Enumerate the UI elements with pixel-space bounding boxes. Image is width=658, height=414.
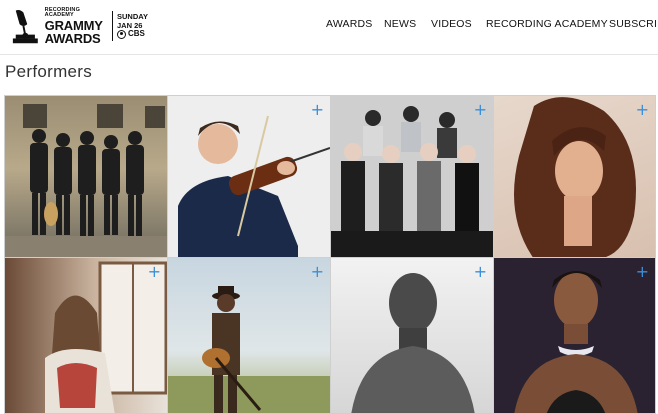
page-title: Performers	[5, 62, 93, 81]
nav-news[interactable]: NEWS	[384, 18, 416, 30]
performer-tile-violinist[interactable]: +	[167, 95, 331, 258]
performer-photo	[331, 106, 493, 257]
performer-tile-curly-hair[interactable]: +	[493, 95, 656, 258]
nav-subscribe[interactable]: SUBSCRIBE	[609, 18, 658, 30]
add-icon[interactable]: +	[474, 102, 487, 118]
performer-photo	[168, 286, 330, 413]
main-nav: AWARDS NEWS VIDEOS RECORDING ACADEMY SUB…	[0, 18, 658, 32]
performer-photo	[178, 115, 330, 257]
performer-tile-guitarist[interactable]: +	[167, 257, 331, 414]
performer-tile-band[interactable]	[4, 95, 168, 258]
performer-photo	[351, 273, 475, 413]
performer-tile-man-bw[interactable]: +	[330, 257, 494, 414]
nav-videos[interactable]: VIDEOS	[431, 18, 472, 30]
performer-photo	[514, 271, 638, 413]
performer-tile-window-singer[interactable]: +	[4, 257, 168, 414]
site-header: RECORDING ACADEMY GRAMMY AWARDS SUNDAY J…	[0, 0, 658, 55]
performers-grid: + + + + + + +	[4, 95, 656, 414]
performer-photo	[514, 97, 636, 257]
add-icon[interactable]: +	[636, 102, 649, 118]
add-icon[interactable]: +	[148, 264, 161, 280]
performer-photo	[5, 104, 167, 257]
performer-tile-group[interactable]: +	[330, 95, 494, 258]
logo-academy: RECORDING ACADEMY	[44, 6, 81, 18]
add-icon[interactable]: +	[311, 102, 324, 118]
add-icon[interactable]: +	[311, 264, 324, 280]
nav-awards[interactable]: AWARDS	[326, 18, 373, 30]
add-icon[interactable]: +	[474, 264, 487, 280]
add-icon[interactable]: +	[636, 264, 649, 280]
performer-tile-dancer[interactable]: +	[493, 257, 656, 414]
nav-recording-academy[interactable]: RECORDING ACADEMY	[486, 18, 608, 30]
performer-photo	[45, 261, 167, 413]
logo-awards: AWARDS	[44, 30, 101, 46]
